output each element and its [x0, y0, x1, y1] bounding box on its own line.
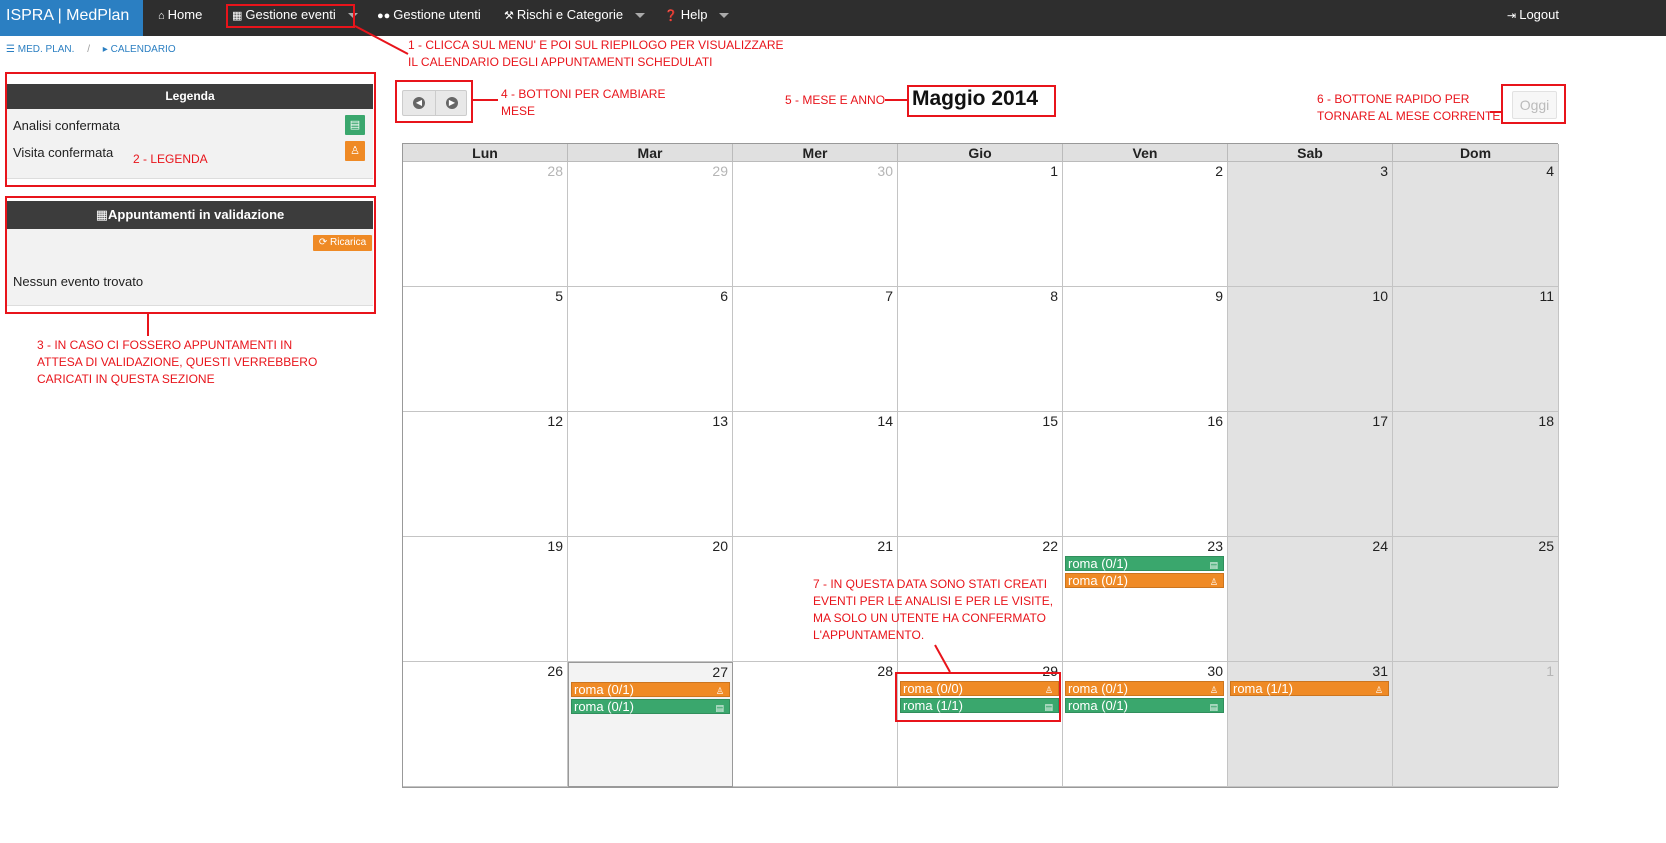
annotation-1: 1 - CLICCA SUL MENU' E POI SUL RIEPILOGO… — [408, 38, 784, 69]
annotation-2: 2 - LEGENDA — [133, 152, 208, 166]
annotation-6: 6 - BOTTONE RAPIDO PER TORNARE AL MESE C… — [1317, 92, 1501, 123]
annotation-lines — [147, 25, 1501, 673]
annotation-5: 5 - MESE E ANNO — [785, 93, 886, 107]
annotation-7: 7 - IN QUESTA DATA SONO STATI CREATI EVE… — [813, 577, 1054, 642]
annotation-4: 4 - BOTTONI PER CAMBIARE MESE — [501, 87, 666, 118]
annotation-3: 3 - IN CASO CI FOSSERO APPUNTAMENTI IN A… — [37, 338, 318, 386]
